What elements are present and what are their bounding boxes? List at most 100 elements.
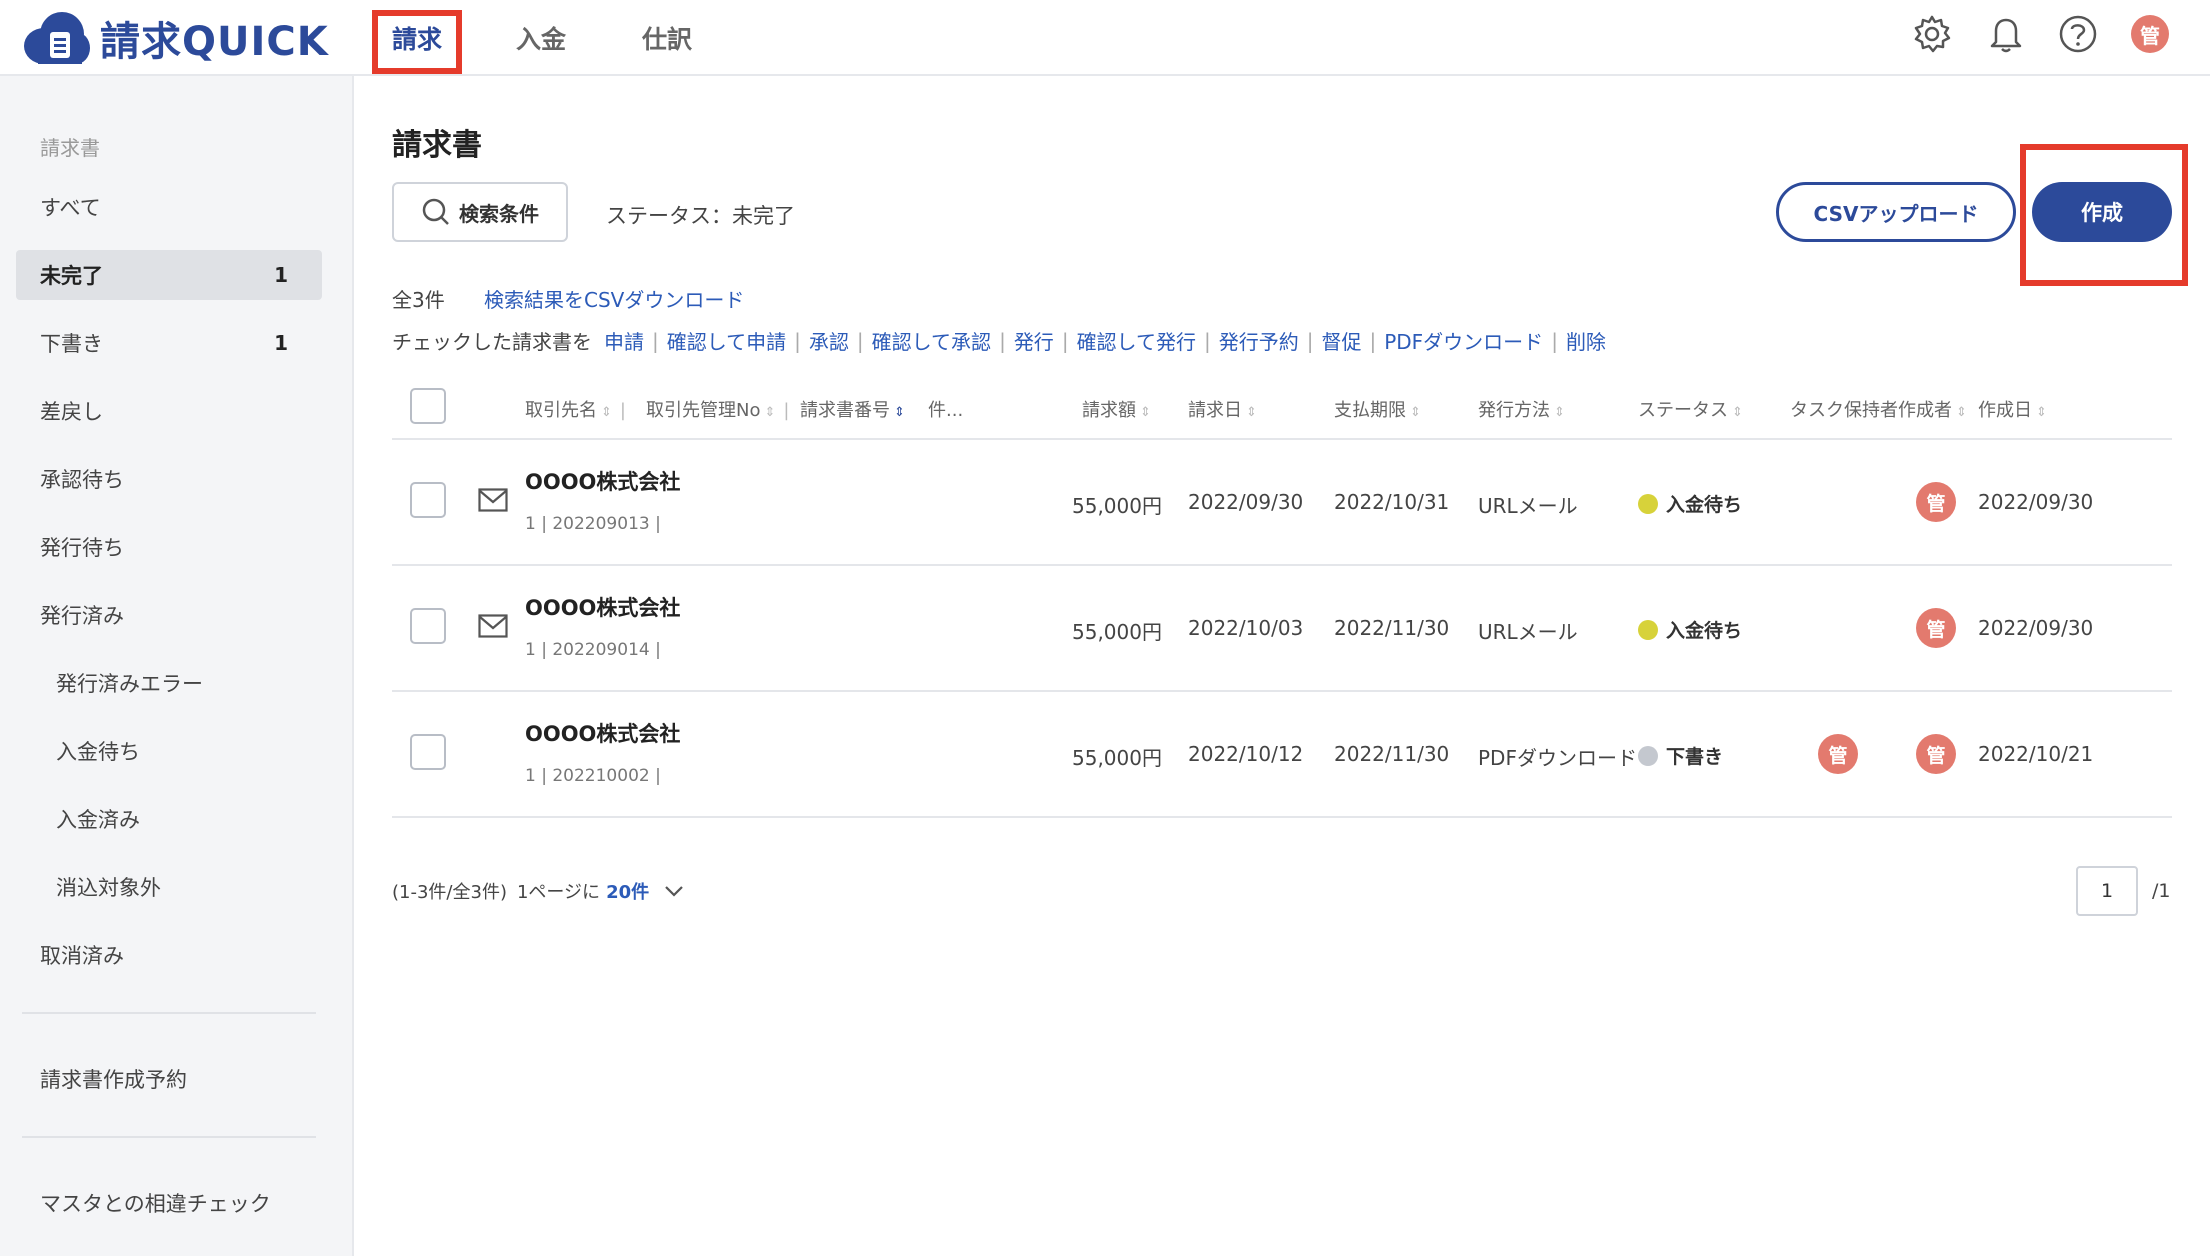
row-created: 2022/09/30	[1978, 616, 2094, 640]
creator-avatar: 管	[1916, 482, 1956, 522]
bulk-delete-link[interactable]: 削除	[1566, 326, 1606, 355]
chevron-down-icon[interactable]	[663, 884, 685, 898]
bulk-remind-link[interactable]: 督促	[1321, 326, 1361, 355]
highlight-box-create	[2020, 144, 2188, 286]
row-divider	[392, 690, 2172, 692]
app-name: 請求QUICK	[100, 19, 329, 65]
column-header-task-holder[interactable]: タスク保持者	[1790, 396, 1898, 422]
column-header-method[interactable]: 発行方法 ⇕	[1478, 396, 1565, 422]
csv-download-link[interactable]: 検索結果をCSVダウンロード	[484, 284, 744, 313]
bell-icon[interactable]	[1984, 12, 2028, 56]
search-icon	[422, 198, 449, 225]
row-divider	[392, 564, 2172, 566]
status-dot	[1638, 619, 1658, 640]
search-conditions-button[interactable]: 検索条件	[392, 182, 568, 242]
bulk-pdf-download-link[interactable]: PDFダウンロード	[1384, 326, 1543, 355]
total-count: 全3件	[392, 288, 445, 312]
sidebar-item-all[interactable]: すべて	[16, 182, 322, 232]
select-all-checkbox[interactable]	[410, 388, 446, 424]
sidebar-divider	[22, 1012, 316, 1014]
page-total: /1	[2152, 880, 2171, 902]
column-header-creator[interactable]: 作成者 ⇕	[1898, 396, 1967, 422]
row-created: 2022/10/21	[1978, 742, 2094, 766]
count-badge: 1	[274, 331, 288, 355]
sidebar-item-awaiting-issue[interactable]: 発行待ち	[16, 522, 322, 572]
sidebar-item-master-check[interactable]: マスタとの相違チェック	[16, 1178, 322, 1228]
cloud-invoice-icon	[24, 12, 90, 64]
row-amount: 55,000円	[1072, 494, 1162, 518]
row-invoice-date: 2022/10/12	[1188, 742, 1304, 766]
column-header-invoice-date[interactable]: 請求日 ⇕	[1188, 396, 1257, 422]
row-client-name[interactable]: OOOO株式会社	[525, 718, 680, 748]
sidebar-item-schedule[interactable]: 請求書作成予約	[16, 1054, 322, 1104]
per-page-select[interactable]: 20件	[606, 878, 649, 904]
sidebar-item-awaiting-approval[interactable]: 承認待ち	[16, 454, 322, 504]
creator-avatar: 管	[1916, 608, 1956, 648]
row-client-name[interactable]: OOOO株式会社	[525, 466, 680, 496]
sidebar-item-incomplete[interactable]: 未完了 1	[16, 250, 322, 300]
row-status: 下書き	[1638, 742, 1723, 769]
csv-upload-button[interactable]: CSVアップロード	[1776, 182, 2016, 242]
tab-payment[interactable]: 入金	[516, 20, 566, 56]
row-created: 2022/09/30	[1978, 490, 2094, 514]
mail-icon	[478, 614, 508, 638]
bulk-approve-link[interactable]: 承認	[809, 326, 849, 355]
sidebar-item-cancelled[interactable]: 取消済み	[16, 930, 322, 980]
column-header-amount[interactable]: 請求額 ⇕	[1082, 396, 1151, 422]
bulk-confirm-approve-link[interactable]: 確認して承認	[872, 326, 991, 355]
bulk-schedule-issue-link[interactable]: 発行予約	[1219, 326, 1299, 355]
sidebar-item-returned[interactable]: 差戻し	[16, 386, 322, 436]
bulk-confirm-apply-link[interactable]: 確認して申請	[667, 326, 786, 355]
row-status: 入金待ち	[1638, 616, 1742, 643]
row-checkbox[interactable]	[410, 734, 446, 770]
bulk-confirm-issue-link[interactable]: 確認して発行	[1077, 326, 1196, 355]
bulk-actions-bar: チェックした請求書を 申請 | 確認して申請 | 承認 | 確認して承認 | 発行 | 確…	[392, 326, 1606, 355]
gear-icon[interactable]	[1910, 12, 1954, 56]
row-method: URLメール	[1478, 494, 1578, 518]
sidebar-item-excluded[interactable]: 消込対象外	[32, 862, 322, 912]
column-header-due-date[interactable]: 支払期限 ⇕	[1334, 396, 1421, 422]
status-filter-text: ステータス：未完了	[606, 204, 795, 228]
row-client-sub: 1 | 202210002 |	[525, 766, 661, 786]
column-header-status[interactable]: ステータス ⇕	[1638, 396, 1743, 422]
creator-avatar: 管	[1916, 734, 1956, 774]
row-checkbox[interactable]	[410, 482, 446, 518]
column-header-subject[interactable]: 件...	[928, 396, 963, 422]
row-method: URLメール	[1478, 620, 1578, 644]
sidebar: 請求書 すべて 未完了 1 下書き 1 差戻し 承認待ち 発行待ち 発行済み 発行済…	[0, 76, 354, 1256]
app-logo[interactable]: 請求QUICK	[20, 8, 329, 68]
row-checkbox[interactable]	[410, 608, 446, 644]
column-header-created[interactable]: 作成日 ⇕	[1978, 396, 2047, 422]
row-amount: 55,000円	[1072, 746, 1162, 770]
sidebar-item-paid[interactable]: 入金済み	[32, 794, 322, 844]
row-due-date: 2022/10/31	[1334, 490, 1450, 514]
help-icon[interactable]	[2056, 12, 2100, 56]
sidebar-item-awaiting-payment[interactable]: 入金待ち	[32, 726, 322, 776]
sidebar-item-issued-error[interactable]: 発行済みエラー	[32, 658, 322, 708]
column-header-client-no[interactable]: 取引先管理No ⇕ |	[646, 396, 789, 422]
app-header: 請求QUICK 請求 入金 仕訳 管	[0, 0, 2210, 76]
task-holder-avatar: 管	[1818, 734, 1858, 774]
sidebar-item-issued[interactable]: 発行済み	[16, 590, 322, 640]
column-header-client[interactable]: 取引先名 ⇕ |	[525, 396, 626, 422]
tab-journal[interactable]: 仕訳	[642, 20, 692, 56]
status-dot	[1638, 493, 1658, 514]
count-badge: 1	[274, 263, 288, 287]
sidebar-divider	[22, 1136, 316, 1138]
highlight-box-invoice-tab	[372, 10, 462, 74]
bulk-issue-link[interactable]: 発行	[1014, 326, 1054, 355]
row-client-name[interactable]: OOOO株式会社	[525, 592, 680, 622]
page-number-input[interactable]: 1	[2076, 866, 2138, 916]
row-method: PDFダウンロード	[1478, 746, 1637, 770]
status-dot	[1638, 745, 1658, 766]
row-client-sub: 1 | 202209013 |	[525, 514, 661, 534]
row-client-sub: 1 | 202209014 |	[525, 640, 661, 660]
sidebar-item-draft[interactable]: 下書き 1	[16, 318, 322, 368]
user-avatar[interactable]: 管	[2128, 12, 2172, 56]
row-invoice-date: 2022/09/30	[1188, 490, 1304, 514]
page-title: 請求書	[392, 128, 482, 163]
row-status: 入金待ち	[1638, 490, 1742, 517]
row-due-date: 2022/11/30	[1334, 742, 1450, 766]
column-header-invoice-no[interactable]: 請求書番号 ⇕	[800, 396, 905, 422]
bulk-apply-link[interactable]: 申請	[604, 326, 644, 355]
